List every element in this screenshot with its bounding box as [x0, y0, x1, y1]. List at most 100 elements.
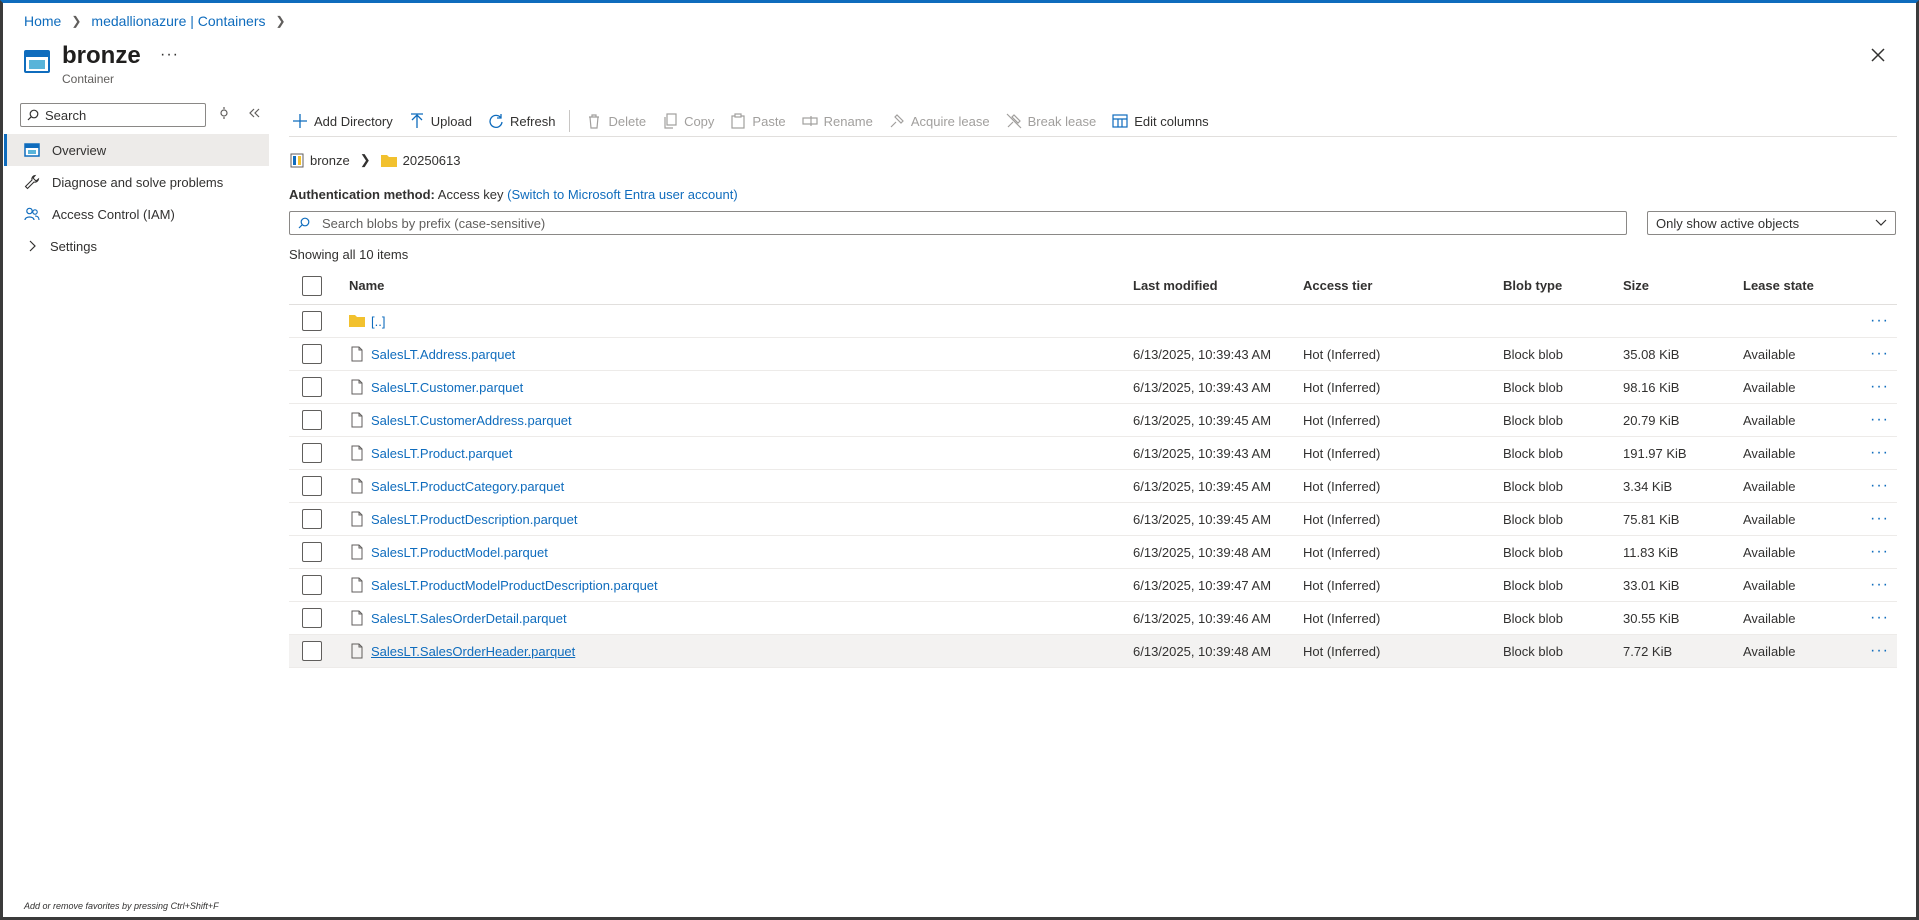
cell-blob-type: Block blob [1503, 610, 1563, 626]
add-directory-button[interactable]: Add Directory [292, 113, 393, 129]
more-options-button[interactable]: ··· [160, 46, 179, 64]
row-checkbox[interactable] [302, 641, 322, 661]
row-checkbox[interactable] [302, 542, 322, 562]
file-icon [349, 379, 365, 395]
col-name[interactable]: Name [349, 278, 1133, 293]
container-icon [24, 50, 50, 73]
command-bar: Add Directory Upload Refresh Delete Copy… [292, 110, 1225, 132]
row-more-button[interactable]: ··· [1853, 345, 1897, 363]
blob-name-link[interactable]: SalesLT.ProductModelProductDescription.p… [371, 578, 658, 593]
table-row[interactable]: SalesLT.Address.parquet 6/13/2025, 10:39… [289, 338, 1897, 371]
table-row[interactable]: SalesLT.ProductModelProductDescription.p… [289, 569, 1897, 602]
select-all-checkbox[interactable] [302, 275, 322, 296]
sidebar-item-settings[interactable]: Settings [4, 230, 269, 262]
blob-name-link[interactable]: SalesLT.SalesOrderHeader.parquet [371, 644, 575, 659]
nav-search-box[interactable] [20, 103, 206, 127]
cell-blob-type: Block blob [1503, 643, 1563, 659]
row-more-button[interactable]: ··· [1853, 411, 1897, 429]
row-checkbox[interactable] [302, 311, 322, 331]
path-container[interactable]: bronze [310, 153, 350, 168]
break-lease-icon [1006, 113, 1022, 129]
toolbar-divider-line [289, 136, 1897, 137]
switch-auth-link[interactable]: (Switch to Microsoft Entra user account) [507, 187, 737, 202]
col-size[interactable]: Size [1623, 278, 1743, 293]
table-row[interactable]: SalesLT.Customer.parquet 6/13/2025, 10:3… [289, 371, 1897, 404]
row-checkbox[interactable] [302, 608, 322, 628]
cell-blob-type: Block blob [1503, 577, 1563, 593]
paste-button[interactable]: Paste [730, 113, 786, 129]
filter-options-icon[interactable] [217, 106, 231, 120]
table-row[interactable]: SalesLT.ProductCategory.parquet 6/13/202… [289, 470, 1897, 503]
table-row[interactable]: SalesLT.SalesOrderHeader.parquet 6/13/20… [289, 635, 1897, 668]
sidebar-item-overview[interactable]: Overview [4, 134, 269, 166]
upload-button[interactable]: Upload [409, 113, 472, 129]
row-checkbox[interactable] [302, 377, 322, 397]
delete-button[interactable]: Delete [586, 113, 646, 129]
paste-icon [731, 113, 746, 129]
col-blob-type[interactable]: Blob type [1503, 278, 1623, 293]
row-checkbox[interactable] [302, 344, 322, 364]
table-row[interactable]: SalesLT.CustomerAddress.parquet 6/13/202… [289, 404, 1897, 437]
container-icon [290, 153, 304, 168]
blob-name-link[interactable]: SalesLT.ProductDescription.parquet [371, 512, 577, 527]
row-more-button[interactable]: ··· [1853, 378, 1897, 396]
table-row[interactable]: SalesLT.ProductModel.parquet 6/13/2025, … [289, 536, 1897, 569]
blob-search-box[interactable] [289, 211, 1627, 235]
copy-label: Copy [684, 113, 715, 129]
cell-last-modified: 6/13/2025, 10:39:48 AM [1133, 643, 1272, 659]
col-last-modified[interactable]: Last modified [1133, 278, 1303, 293]
col-access-tier[interactable]: Access tier [1303, 278, 1503, 293]
parent-folder-link[interactable]: [..] [371, 314, 385, 329]
folder-icon [349, 313, 365, 329]
breadcrumb-home[interactable]: Home [24, 13, 61, 29]
copy-button[interactable]: Copy [662, 113, 714, 129]
blob-name-link[interactable]: SalesLT.CustomerAddress.parquet [371, 413, 572, 428]
cell-lease-state: Available [1743, 379, 1796, 395]
row-more-button[interactable]: ··· [1853, 576, 1897, 594]
sidebar-item-label: Settings [50, 238, 97, 254]
blob-name-link[interactable]: SalesLT.ProductModel.parquet [371, 545, 548, 560]
row-checkbox[interactable] [302, 509, 322, 529]
cell-lease-state: Available [1743, 610, 1796, 626]
blob-name-link[interactable]: SalesLT.SalesOrderDetail.parquet [371, 611, 567, 626]
trash-icon [589, 114, 600, 129]
breadcrumb-containers[interactable]: medallionazure | Containers [91, 13, 265, 29]
table-row[interactable]: SalesLT.Product.parquet 6/13/2025, 10:39… [289, 437, 1897, 470]
blob-name-link[interactable]: SalesLT.ProductCategory.parquet [371, 479, 564, 494]
active-objects-dropdown[interactable]: Only show active objects [1647, 211, 1896, 235]
cell-blob-type: Block blob [1503, 511, 1563, 527]
file-icon [349, 643, 365, 659]
blob-name-link[interactable]: SalesLT.Customer.parquet [371, 380, 523, 395]
table-row-parent[interactable]: [..] ··· [289, 305, 1897, 338]
row-more-button[interactable]: ··· [1853, 312, 1897, 330]
row-more-button[interactable]: ··· [1853, 543, 1897, 561]
rename-button[interactable]: Rename [802, 113, 873, 129]
edit-columns-button[interactable]: Edit columns [1112, 113, 1209, 129]
row-more-button[interactable]: ··· [1853, 642, 1897, 660]
sidebar-item-iam[interactable]: Access Control (IAM) [4, 198, 269, 230]
blob-name-link[interactable]: SalesLT.Product.parquet [371, 446, 512, 461]
row-checkbox[interactable] [302, 410, 322, 430]
blob-search-input[interactable] [322, 215, 1612, 231]
break-lease-button[interactable]: Break lease [1006, 113, 1096, 129]
acquire-lease-label: Acquire lease [910, 113, 990, 129]
table-row[interactable]: SalesLT.SalesOrderDetail.parquet 6/13/20… [289, 602, 1897, 635]
cell-blob-type: Block blob [1503, 412, 1563, 428]
acquire-lease-button[interactable]: Acquire lease [889, 113, 990, 129]
row-more-button[interactable]: ··· [1853, 477, 1897, 495]
row-checkbox[interactable] [302, 476, 322, 496]
sidebar-item-diagnose[interactable]: Diagnose and solve problems [4, 166, 269, 198]
col-lease-state[interactable]: Lease state [1743, 278, 1853, 293]
collapse-menu-icon[interactable] [247, 106, 261, 120]
row-checkbox[interactable] [302, 443, 322, 463]
row-more-button[interactable]: ··· [1853, 609, 1897, 627]
row-more-button[interactable]: ··· [1853, 510, 1897, 528]
refresh-button[interactable]: Refresh [488, 113, 555, 129]
row-checkbox[interactable] [302, 575, 322, 595]
cell-size: 3.34 KiB [1623, 478, 1673, 494]
close-icon[interactable] [1867, 44, 1889, 66]
nav-search-input[interactable] [45, 107, 195, 123]
table-row[interactable]: SalesLT.ProductDescription.parquet 6/13/… [289, 503, 1897, 536]
row-more-button[interactable]: ··· [1853, 444, 1897, 462]
blob-name-link[interactable]: SalesLT.Address.parquet [371, 347, 515, 362]
